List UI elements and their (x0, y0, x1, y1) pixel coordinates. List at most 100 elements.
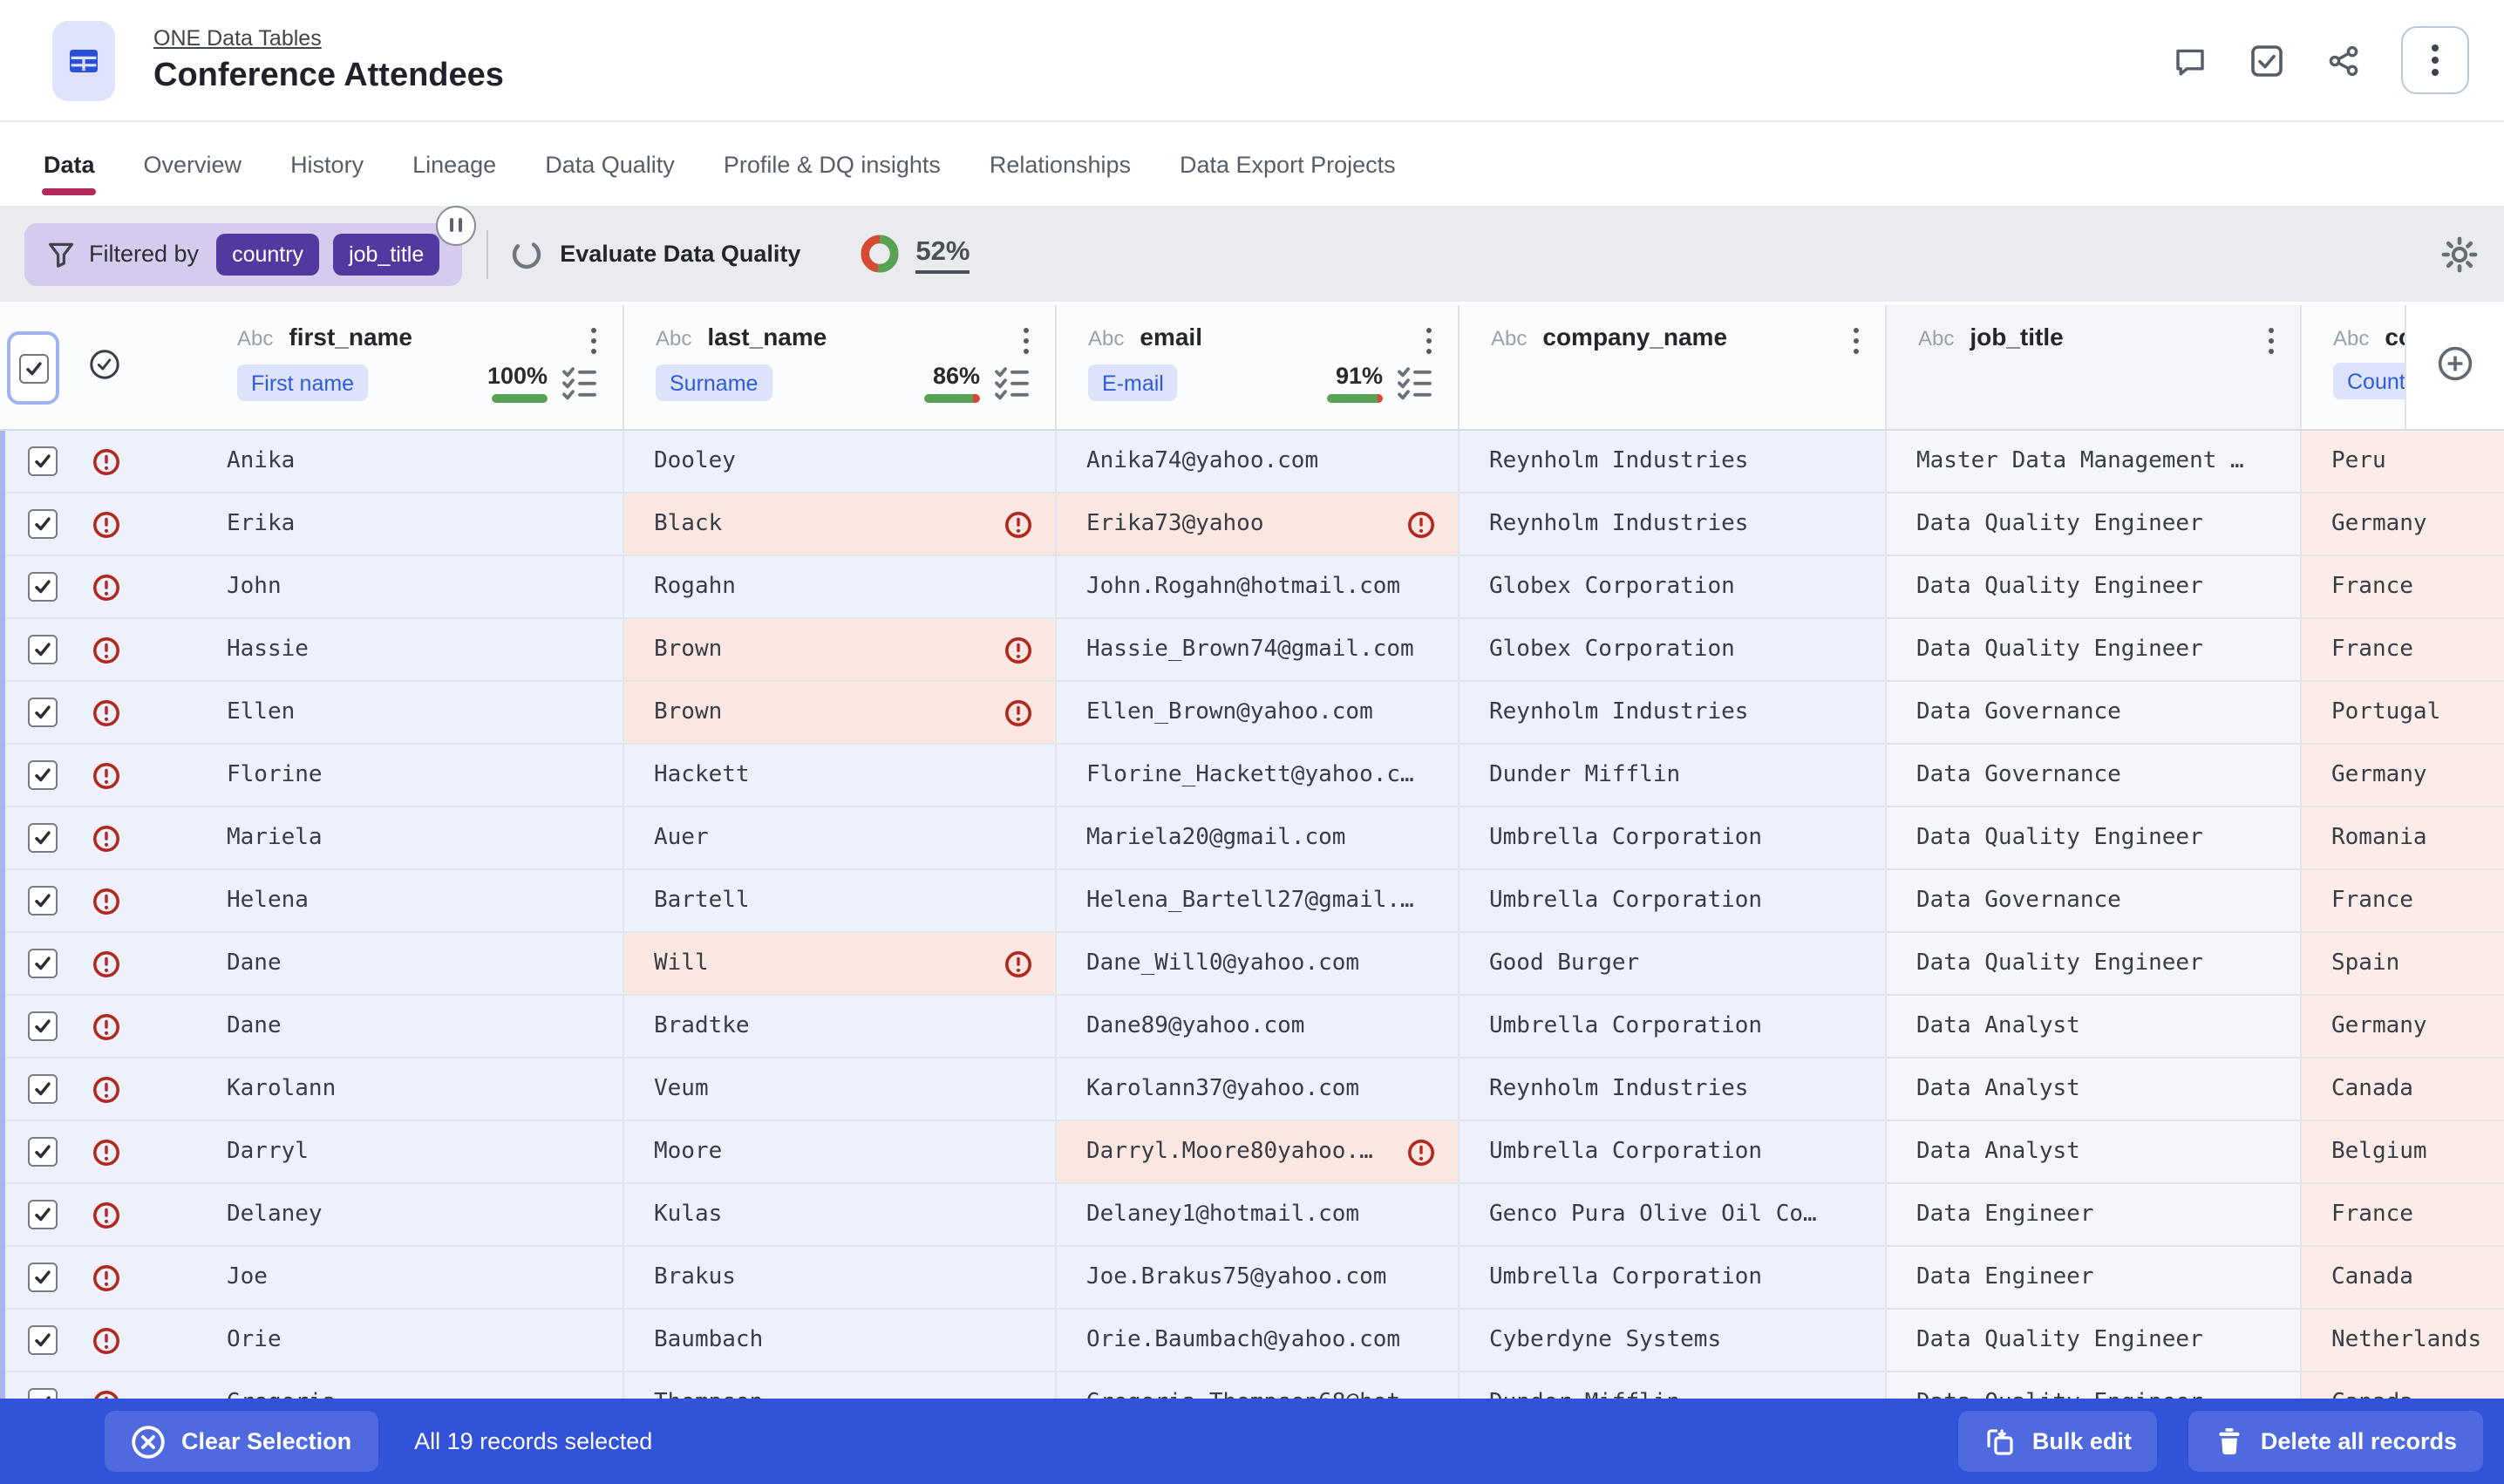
add-column-button[interactable] (2437, 345, 2473, 382)
cell-last_name[interactable]: Hackett (623, 745, 1055, 806)
cell-country[interactable]: Peru (2300, 431, 2504, 492)
cell-email[interactable]: Joe.Brakus75@yahoo.com (1055, 1247, 1458, 1308)
row-checkbox[interactable] (28, 446, 58, 476)
cell-last_name[interactable]: Auer (623, 807, 1055, 868)
cell-job_title[interactable]: Data Analyst (1885, 1121, 2300, 1182)
cell-job_title[interactable]: Data Quality Engineer (1885, 556, 2300, 617)
tab-lineage[interactable]: Lineage (412, 151, 496, 177)
share-icon[interactable] (2326, 43, 2361, 78)
cell-country[interactable]: France (2300, 1184, 2504, 1245)
cell-company_name[interactable]: Reynholm Industries (1458, 494, 1885, 555)
clear-selection-button[interactable]: Clear Selection (105, 1411, 378, 1472)
column-tag[interactable]: E-mail (1088, 364, 1178, 401)
row-checkbox[interactable] (28, 823, 58, 853)
cell-last_name[interactable]: Rogahn (623, 556, 1055, 617)
pause-filter-icon[interactable] (436, 205, 476, 245)
cell-first_name[interactable]: Dane (153, 996, 623, 1057)
cell-email[interactable]: Dane89@yahoo.com (1055, 996, 1458, 1057)
cell-email[interactable]: Delaney1@hotmail.com (1055, 1184, 1458, 1245)
cell-company_name[interactable]: Cyberdyne Systems (1458, 1310, 1885, 1371)
cell-job_title[interactable]: Master Data Management … (1885, 431, 2300, 492)
cell-company_name[interactable]: Globex Corporation (1458, 619, 1885, 680)
column-header-job-title[interactable]: Abc job_title (1885, 305, 2300, 429)
cell-email[interactable]: Anika74@yahoo.com (1055, 431, 1458, 492)
cell-email[interactable]: Hassie_Brown74@gmail.com (1055, 619, 1458, 680)
column-menu-icon[interactable] (1850, 324, 1862, 357)
check-square-icon[interactable] (2248, 41, 2286, 79)
cell-company_name[interactable]: Dunder Mifflin (1458, 745, 1885, 806)
row-checkbox[interactable] (28, 886, 58, 916)
cell-country[interactable]: Germany (2300, 745, 2504, 806)
cell-country[interactable]: Portugal (2300, 682, 2504, 743)
cell-email[interactable]: Mariela20@gmail.com (1055, 807, 1458, 868)
more-menu-button[interactable] (2401, 26, 2469, 94)
cell-email[interactable]: Dane_Will0@yahoo.com (1055, 933, 1458, 994)
bulk-edit-button[interactable]: Bulk edit (1959, 1411, 2158, 1472)
cell-first_name[interactable]: Ellen (153, 682, 623, 743)
column-tag[interactable]: Surname (656, 364, 772, 401)
row-checkbox[interactable] (28, 1074, 58, 1104)
column-header-last-name[interactable]: Abc last_name Surname 86% (623, 305, 1055, 429)
column-tag[interactable]: Countr (2333, 363, 2405, 399)
breadcrumb-link[interactable]: ONE Data Tables (153, 24, 504, 53)
cell-company_name[interactable]: Umbrella Corporation (1458, 1247, 1885, 1308)
filter-group[interactable]: Filtered by country job_title (24, 222, 462, 285)
cell-country[interactable]: France (2300, 619, 2504, 680)
cell-email[interactable]: Helena_Bartell27@gmail.… (1055, 870, 1458, 931)
cell-company_name[interactable]: Reynholm Industries (1458, 431, 1885, 492)
dq-score[interactable]: 52% (860, 234, 970, 274)
row-checkbox[interactable] (28, 1200, 58, 1229)
cell-first_name[interactable]: Erika (153, 494, 623, 555)
select-all-checkbox[interactable] (18, 353, 48, 383)
cell-country[interactable]: Belgium (2300, 1121, 2504, 1182)
column-menu-icon[interactable] (2265, 324, 2277, 357)
cell-email[interactable]: Ellen_Brown@yahoo.com (1055, 682, 1458, 743)
evaluate-dq-button[interactable]: Evaluate Data Quality (511, 238, 800, 269)
cell-first_name[interactable]: Darryl (153, 1121, 623, 1182)
column-tag[interactable]: First name (237, 364, 368, 401)
cell-company_name[interactable]: Umbrella Corporation (1458, 1121, 1885, 1182)
cell-email[interactable]: John.Rogahn@hotmail.com (1055, 556, 1458, 617)
row-checkbox[interactable] (28, 949, 58, 978)
cell-first_name[interactable]: Mariela (153, 807, 623, 868)
tab-data[interactable]: Data (44, 151, 95, 177)
cell-job_title[interactable]: Data Analyst (1885, 996, 2300, 1057)
cell-company_name[interactable]: Globex Corporation (1458, 556, 1885, 617)
cell-country[interactable]: Spain (2300, 933, 2504, 994)
row-checkbox[interactable] (28, 1325, 58, 1355)
column-menu-icon[interactable] (1423, 324, 1435, 357)
cell-company_name[interactable]: Reynholm Industries (1458, 682, 1885, 743)
tab-data-quality[interactable]: Data Quality (545, 151, 675, 177)
cell-job_title[interactable]: Data Quality Engineer (1885, 807, 2300, 868)
cell-email[interactable]: Orie.Baumbach@yahoo.com (1055, 1310, 1458, 1371)
tab-data-export-projects[interactable]: Data Export Projects (1180, 151, 1396, 177)
row-checkbox[interactable] (28, 760, 58, 790)
cell-job_title[interactable]: Data Governance (1885, 745, 2300, 806)
cell-last_name[interactable]: Will (623, 933, 1055, 994)
cell-job_title[interactable]: Data Governance (1885, 682, 2300, 743)
cell-first_name[interactable]: Orie (153, 1310, 623, 1371)
tab-profile-dq-insights[interactable]: Profile & DQ insights (724, 151, 941, 177)
cell-email[interactable]: Florine_Hackett@yahoo.c… (1055, 745, 1458, 806)
row-checkbox[interactable] (28, 1263, 58, 1292)
cell-last_name[interactable]: Kulas (623, 1184, 1055, 1245)
cell-last_name[interactable]: Dooley (623, 431, 1055, 492)
row-checkbox[interactable] (28, 698, 58, 727)
cell-job_title[interactable]: Data Engineer (1885, 1247, 2300, 1308)
cell-first_name[interactable]: Dane (153, 933, 623, 994)
cell-job_title[interactable]: Data Quality Engineer (1885, 1310, 2300, 1371)
cell-country[interactable]: Canada (2300, 1247, 2504, 1308)
cell-last_name[interactable]: Baumbach (623, 1310, 1055, 1371)
cell-email[interactable]: Karolann37@yahoo.com (1055, 1059, 1458, 1120)
row-checkbox[interactable] (28, 572, 58, 602)
cell-first_name[interactable]: Florine (153, 745, 623, 806)
filter-chip-job-title[interactable]: job_title (333, 233, 439, 275)
cell-country[interactable]: Canada (2300, 1059, 2504, 1120)
column-header-first-name[interactable]: Abc first_name First name 100% (153, 305, 623, 429)
cell-job_title[interactable]: Data Quality Engineer (1885, 494, 2300, 555)
cell-country[interactable]: Germany (2300, 996, 2504, 1057)
cell-country[interactable]: Germany (2300, 494, 2504, 555)
cell-company_name[interactable]: Umbrella Corporation (1458, 996, 1885, 1057)
tab-relationships[interactable]: Relationships (990, 151, 1131, 177)
row-checkbox[interactable] (28, 1011, 58, 1041)
